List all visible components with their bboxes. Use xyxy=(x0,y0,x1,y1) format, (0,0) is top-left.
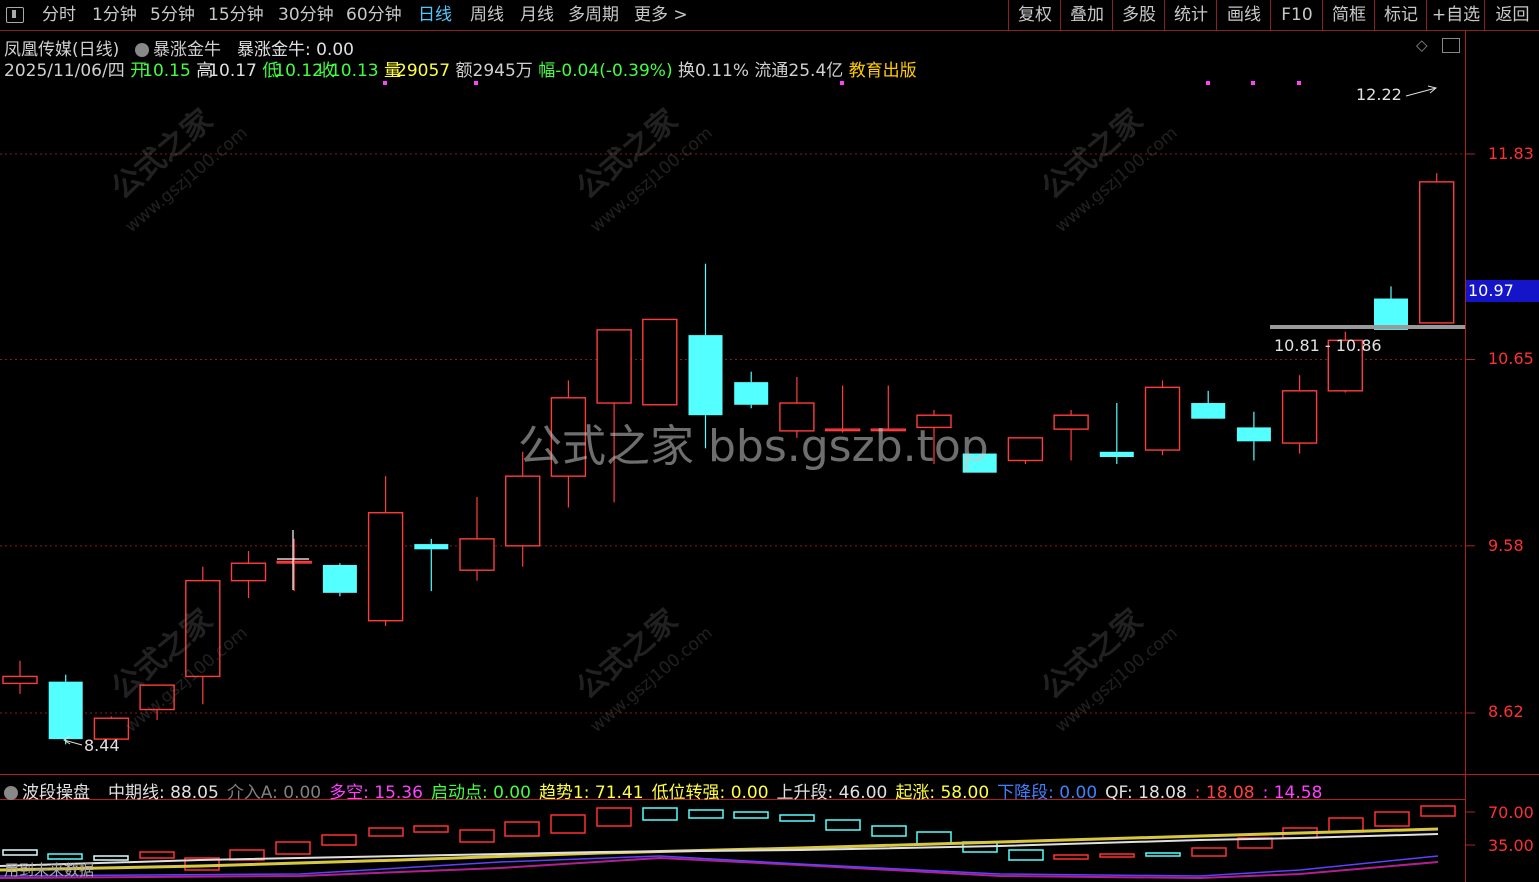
quote-open: 10.15 xyxy=(142,61,191,81)
signal-dot xyxy=(840,81,844,85)
candle-body xyxy=(642,318,678,406)
quote-sector[interactable]: 教育出版 xyxy=(849,61,917,81)
candle-body xyxy=(596,329,632,404)
candle-body xyxy=(322,564,357,593)
lower-value-0: 中期线: 88.05 xyxy=(108,783,219,803)
signal-dot xyxy=(1297,81,1301,85)
lower-bar xyxy=(321,834,357,846)
candle-body xyxy=(1191,403,1226,419)
low-price-label: 8.44 xyxy=(84,736,120,755)
lower-value-4: 趋势1: 71.41 xyxy=(538,783,644,803)
candle-body xyxy=(688,335,723,416)
candle-body xyxy=(367,512,404,622)
center-watermark: 公式之家 bbs.gszb.top xyxy=(518,421,989,472)
candle-body xyxy=(1418,181,1455,324)
price-tick: 8.62 xyxy=(1488,702,1524,721)
candle-body xyxy=(1236,427,1271,442)
candle-body xyxy=(1099,451,1134,458)
quote-date: 2025/11/06/四 xyxy=(4,61,125,81)
price-tick: 9.58 xyxy=(1488,536,1524,555)
candle-body xyxy=(1281,390,1318,444)
panel-toggle-icon[interactable] xyxy=(1442,38,1460,53)
lower-value-2: 多空: 15.36 xyxy=(329,783,423,803)
future-data-note: 用到未来数据 xyxy=(4,861,95,879)
signal-dot xyxy=(1251,81,1255,85)
quote-vol: 29057 xyxy=(396,61,451,81)
quote-float: 流通25.4亿 xyxy=(754,61,844,81)
lower-bar xyxy=(1145,852,1181,857)
indicator-menu-icon xyxy=(135,43,149,57)
high-price-label: 12.22 xyxy=(1356,85,1402,104)
lower-value-8: 下降段: 0.00 xyxy=(997,783,1098,803)
lower-bar xyxy=(93,855,129,861)
candle-body xyxy=(1053,414,1089,430)
candle-body xyxy=(276,560,312,564)
lower-value-11: : 14.58 xyxy=(1262,783,1323,803)
lower-value-6: 上升段: 46.00 xyxy=(776,783,888,803)
quote-line: 2025/11/06/四 开10.15 高10.17 低10.12收10.13 … xyxy=(4,56,917,81)
lower-bar xyxy=(1191,847,1227,857)
lower-axis-tick: 35.00 xyxy=(1488,836,1534,855)
lower-bar xyxy=(413,825,449,833)
quote-amount: 额2945万 xyxy=(455,61,533,81)
candle-body xyxy=(734,382,769,405)
candle-body xyxy=(230,562,267,582)
indicator-menu-icon xyxy=(4,786,18,800)
high-arrow xyxy=(1405,85,1438,97)
range-label: 10.81 - 10.86 xyxy=(1274,336,1382,355)
lower-value-1: 介入A: 0.00 xyxy=(226,783,322,803)
lower-value-9: QF: 18.08 xyxy=(1105,783,1187,803)
lower-bar xyxy=(2,849,38,856)
lower-bar xyxy=(688,809,724,819)
quote-change: 幅-0.04(-0.39%) xyxy=(538,61,673,81)
trend-line xyxy=(0,827,1439,872)
price-tick: 10.65 xyxy=(1488,349,1534,368)
lower-indicator-name: 波段操盘 xyxy=(22,783,90,803)
candle-body xyxy=(414,544,449,550)
current-price-box: 10.97 xyxy=(1466,280,1539,302)
price-tick: 11.83 xyxy=(1488,144,1534,163)
lower-bar xyxy=(1420,805,1456,817)
lower-bar xyxy=(550,814,586,834)
signal-dot xyxy=(474,81,478,85)
lower-bar xyxy=(275,841,311,855)
candle-body xyxy=(459,538,495,571)
diamond-icon[interactable]: ◇ xyxy=(1416,36,1428,54)
candle-body xyxy=(2,675,38,685)
lower-bar xyxy=(1374,811,1410,827)
lower-value-3: 启动点: 0.00 xyxy=(430,783,531,803)
quote-turnover: 换0.11% xyxy=(678,61,750,81)
candle-body xyxy=(1007,437,1044,462)
candle-body xyxy=(48,681,83,740)
lower-bar xyxy=(779,814,815,822)
lower-bar xyxy=(1053,854,1089,860)
quote-high: 10.17 xyxy=(208,61,257,81)
lower-bar xyxy=(459,829,495,843)
lower-value-10: : 18.08 xyxy=(1194,783,1255,803)
candle-body xyxy=(505,475,541,547)
quote-close: 10.13 xyxy=(329,61,379,81)
lower-bar xyxy=(504,821,540,837)
lower-indicator-selector[interactable]: 波段操盘 xyxy=(4,778,90,803)
lower-value-5: 低位转强: 0.00 xyxy=(651,783,769,803)
lower-bar xyxy=(1008,849,1044,861)
lower-value-7: 起涨: 58.00 xyxy=(895,783,990,803)
lower-axis-tick: 70.00 xyxy=(1488,803,1534,822)
lower-bar xyxy=(596,807,632,827)
lower-bar xyxy=(1099,853,1135,858)
lower-bar xyxy=(825,819,861,831)
quote-low: 10.12 xyxy=(274,61,323,81)
lower-indicator-values: 中期线: 88.05 介入A: 0.00 多空: 15.36 启动点: 0.00 趋势1… xyxy=(108,778,1330,803)
lower-bar xyxy=(642,807,678,821)
candle-body xyxy=(1144,386,1181,451)
lower-bar xyxy=(139,851,175,859)
signal-dot xyxy=(383,81,387,85)
lower-bar xyxy=(871,825,907,837)
lower-bar xyxy=(368,827,404,837)
lower-bar xyxy=(733,811,769,819)
signal-dot xyxy=(1206,81,1210,85)
